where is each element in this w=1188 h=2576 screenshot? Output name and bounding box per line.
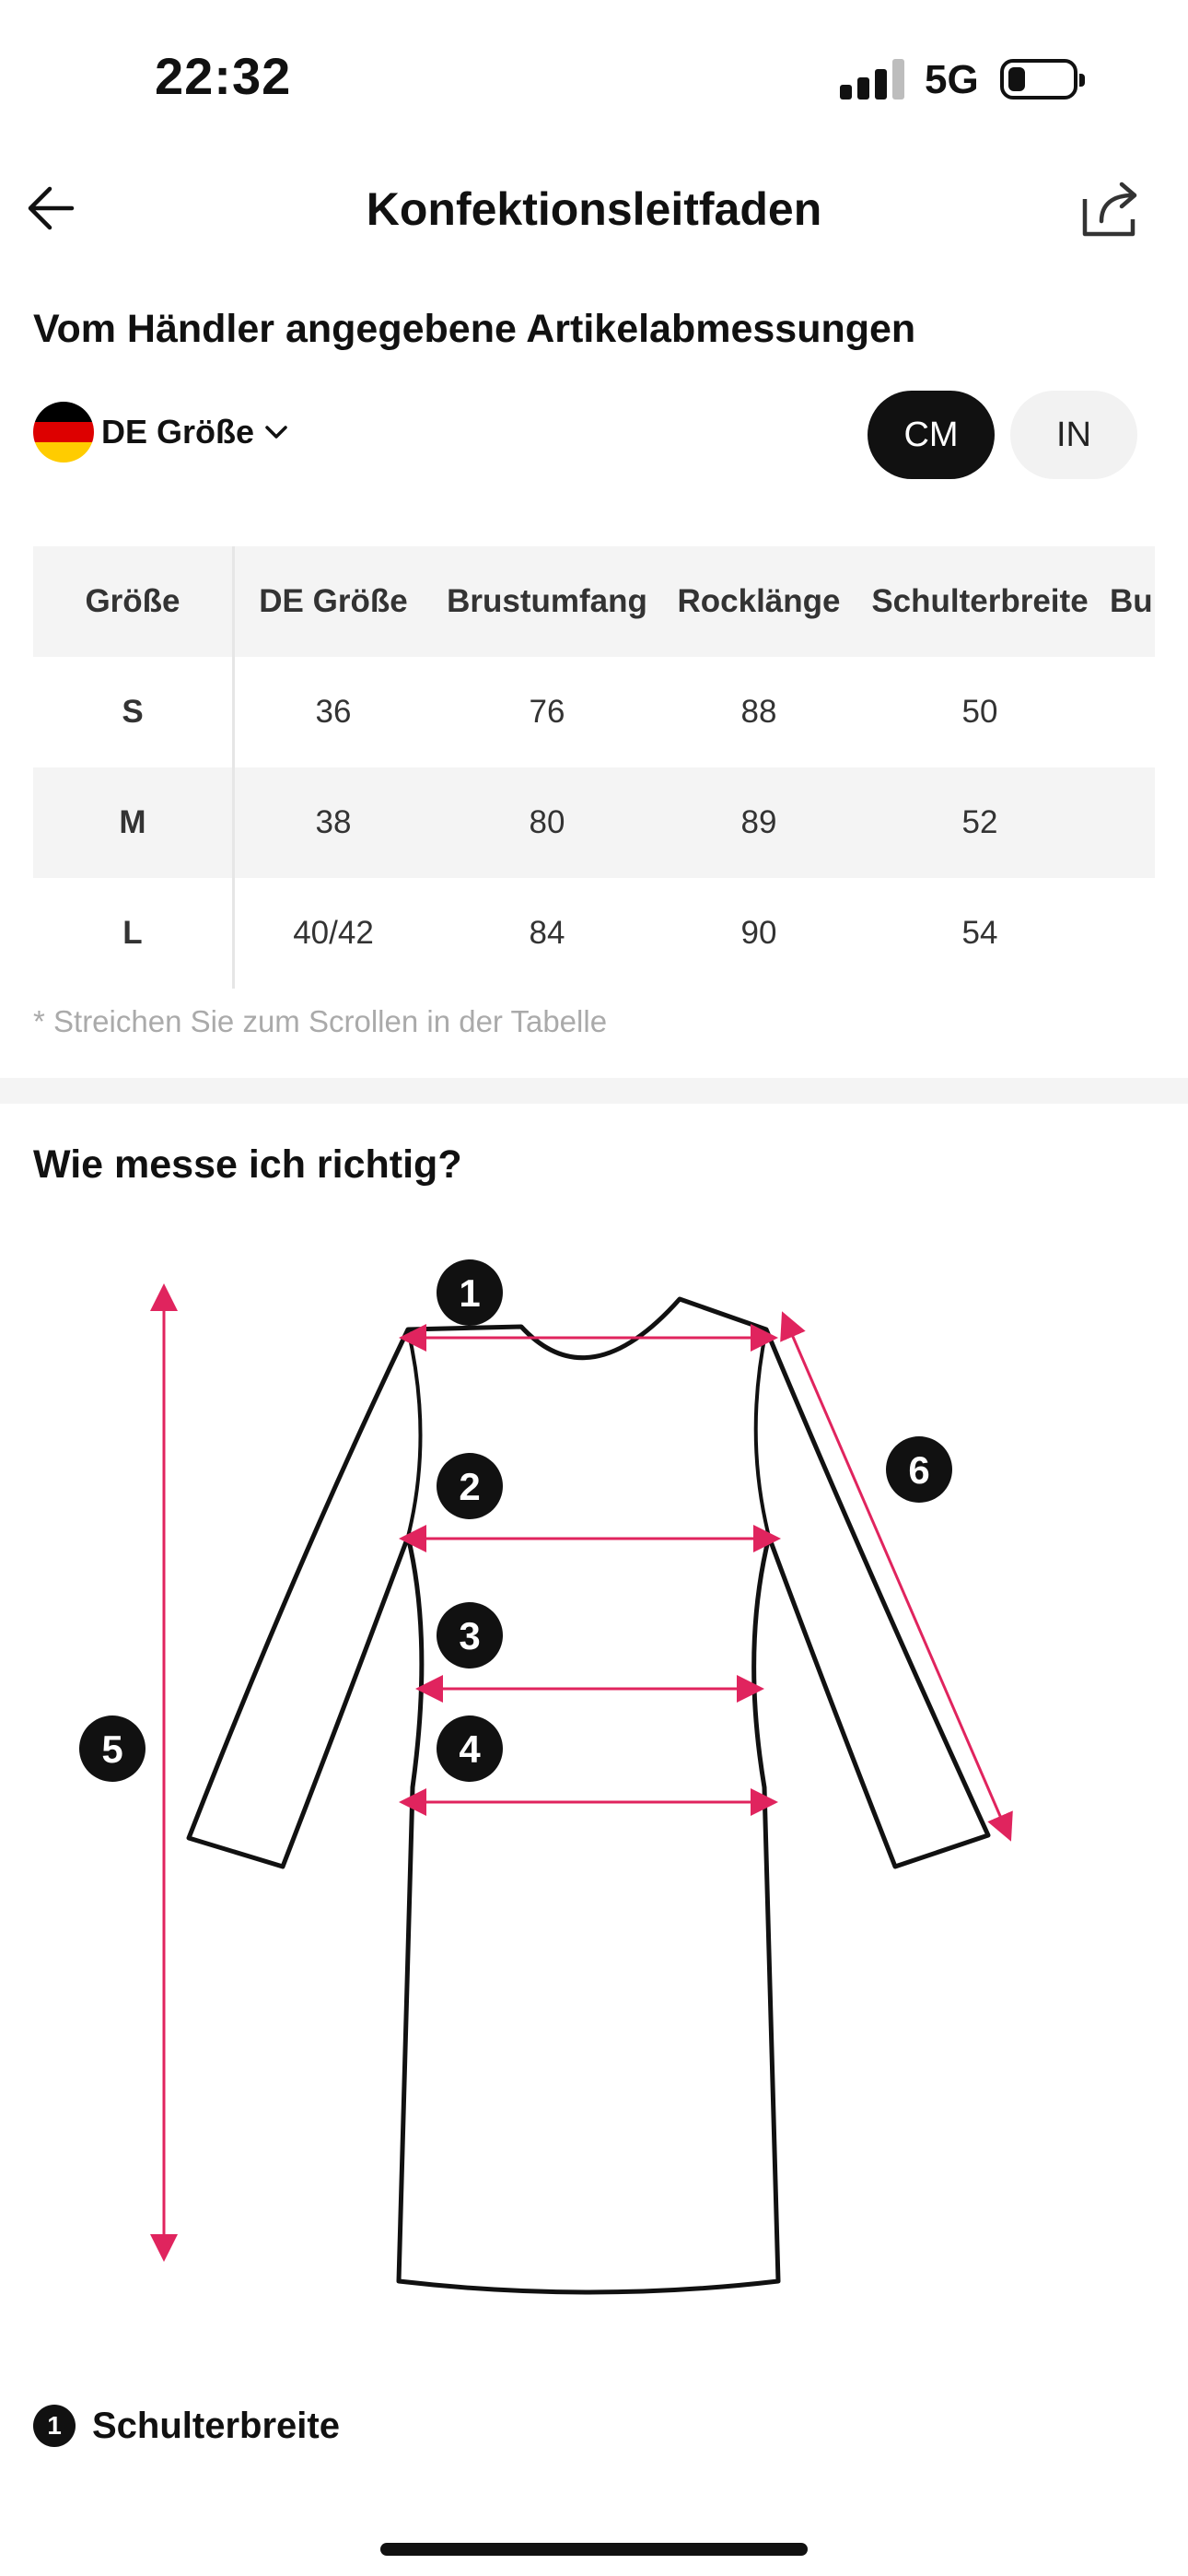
svg-text:6: 6 xyxy=(908,1448,929,1492)
marker-6: 6 xyxy=(886,1436,952,1503)
measurement-item-heading: 1 Schulterbreite xyxy=(33,2405,340,2447)
network-type: 5G xyxy=(925,57,979,102)
table-header-row: Größe DE Größe Brustumfang Rocklänge Sch… xyxy=(33,546,1155,657)
size-system-label: DE Größe xyxy=(101,413,255,451)
svg-text:1: 1 xyxy=(459,1271,480,1315)
table-header-cell: Brustumfang xyxy=(447,583,647,619)
table-header-cell: Größe xyxy=(85,583,181,619)
table-cell: 38 xyxy=(315,804,352,840)
svg-text:4: 4 xyxy=(459,1727,481,1771)
table-cell: 50 xyxy=(961,694,998,730)
table-cell: 90 xyxy=(740,915,777,951)
size-system-dropdown[interactable]: DE Größe xyxy=(101,413,289,451)
column-divider xyxy=(232,546,235,989)
item-title: Schulterbreite xyxy=(92,2405,340,2446)
table-cell: 88 xyxy=(740,694,777,730)
svg-text:3: 3 xyxy=(459,1614,480,1657)
table-row: S 36 76 88 50 xyxy=(33,657,1155,767)
section-divider xyxy=(0,1078,1188,1104)
table-cell: 36 xyxy=(315,694,352,730)
marker-5: 5 xyxy=(79,1715,146,1782)
table-header-cell: DE Größe xyxy=(259,583,408,619)
how-to-measure-heading: Wie messe ich richtig? xyxy=(33,1142,462,1187)
marker-2: 2 xyxy=(437,1453,503,1519)
unit-in-button[interactable]: IN xyxy=(1010,391,1137,479)
size-table[interactable]: Größe DE Größe Brustumfang Rocklänge Sch… xyxy=(33,546,1155,989)
dress-measurement-diagram: 1 2 3 4 5 6 xyxy=(79,1259,1013,2295)
battery-icon xyxy=(1000,59,1085,100)
merchant-dimensions-heading: Vom Händler angegebene Artikelabmessunge… xyxy=(33,307,916,351)
table-cell: 76 xyxy=(529,694,565,730)
cell-signal-icon xyxy=(840,59,906,100)
table-scroll-hint: * Streichen Sie zum Scrollen in der Tabe… xyxy=(33,1004,608,1038)
table-cell: 40/42 xyxy=(293,915,374,951)
table-cell: 52 xyxy=(961,804,998,840)
marker-1: 1 xyxy=(437,1259,503,1326)
table-cell: S xyxy=(122,694,144,730)
table-cell: 84 xyxy=(529,915,565,951)
share-icon[interactable] xyxy=(1077,177,1142,241)
svg-text:2: 2 xyxy=(459,1465,480,1508)
status-time: 22:32 xyxy=(155,47,292,105)
table-row: L 40/42 84 90 54 xyxy=(33,878,1155,989)
table-cell: M xyxy=(119,804,146,840)
svg-text:5: 5 xyxy=(101,1727,122,1771)
table-cell: 80 xyxy=(529,804,565,840)
chevron-down-icon xyxy=(265,426,287,439)
germany-flag-icon xyxy=(33,402,94,463)
marker-3: 3 xyxy=(437,1602,503,1669)
home-indicator[interactable] xyxy=(380,2543,808,2556)
table-header-cell: Schulterbreite xyxy=(871,583,1089,619)
table-row: M 38 80 89 52 xyxy=(33,767,1155,878)
page-title: Konfektionsleitfaden xyxy=(366,183,822,235)
table-cell: L xyxy=(122,915,143,951)
table-header-cell: Rocklänge xyxy=(677,583,841,619)
marker-4: 4 xyxy=(437,1715,503,1782)
dress-outline xyxy=(186,1296,991,2295)
table-cell: 89 xyxy=(740,804,777,840)
table-header-cell: Bu xyxy=(1110,583,1153,619)
unit-cm-button[interactable]: CM xyxy=(868,391,995,479)
table-cell: 54 xyxy=(961,915,998,951)
item-number-badge: 1 xyxy=(33,2405,76,2447)
